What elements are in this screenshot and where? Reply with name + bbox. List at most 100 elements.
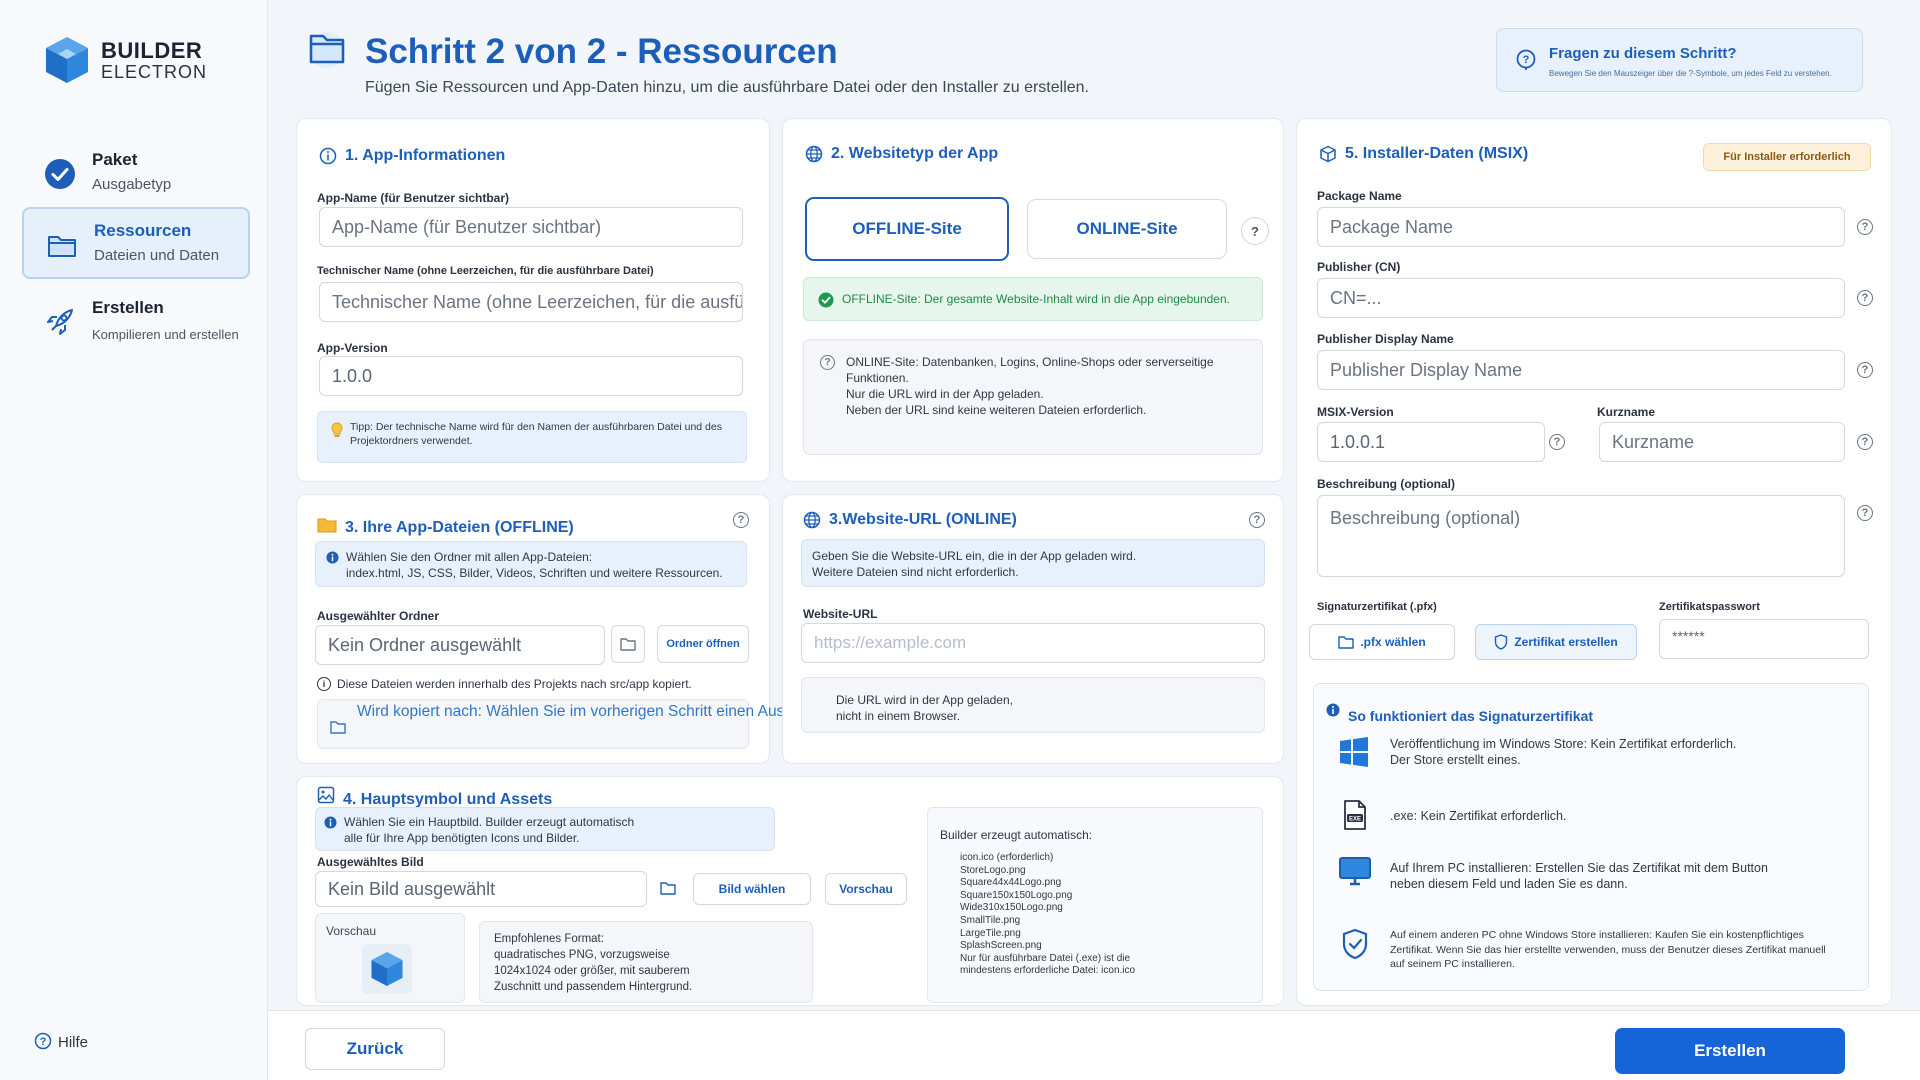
list-item: icon.ico (erforderlich) [960, 852, 1054, 863]
online-note-line: Nur die URL wird in der App geladen. [846, 387, 1044, 401]
info-line: Wählen Sie ein Hauptbild. Builder erzeug… [344, 815, 635, 829]
list-item: LargeTile.png [960, 927, 1021, 939]
step-help-box[interactable]: ? Fragen zu diesem Schritt? Bewegen Sie … [1496, 28, 1863, 92]
folder-input[interactable]: Kein Ordner ausgewählt [315, 625, 605, 665]
sidebar-step-ressourcen[interactable]: Ressourcen Dateien und Daten [22, 207, 250, 279]
help-icon[interactable]: ? [1857, 290, 1873, 306]
format-line: Zuschnitt und passendem Hintergrund. [494, 981, 693, 993]
app-name-label: App-Name (für Benutzer sichtbar) [317, 191, 510, 205]
info-line: alle für Ihre App benötigten Icons und B… [344, 831, 580, 845]
step-title: Paket [92, 150, 138, 169]
sidebar-step-erstellen[interactable]: Erstellen Kompilieren und erstellen [22, 286, 250, 358]
list-item: Square150x150Logo.png [960, 889, 1073, 901]
format-line: Empfohlenes Format: [494, 933, 604, 945]
app-cube-icon [371, 952, 403, 986]
help-link[interactable]: ? Hilfe [34, 1030, 88, 1051]
monitor-icon [1339, 857, 1371, 886]
website-url-info: Geben Sie die Website-URL ein, die in de… [801, 539, 1265, 587]
choose-pfx-button[interactable]: .pfx wählen [1309, 624, 1455, 660]
url-note: Die URL wird in der App geladen, nicht i… [801, 677, 1265, 733]
online-site-option[interactable]: ONLINE-Site [1027, 199, 1227, 259]
help-icon[interactable]: ? [1549, 434, 1565, 450]
browse-image-button[interactable] [651, 871, 685, 905]
logo-text-electron: ELECTRON [101, 62, 208, 82]
info-line: Wählen Sie den Ordner mit allen App-Date… [346, 550, 593, 564]
tech-name-input[interactable]: Technischer Name (ohne Leerzeichen, für … [319, 282, 743, 322]
list-item: SplashScreen.png [960, 940, 1042, 952]
list-item: Wide310x150Logo.png [960, 902, 1063, 914]
cert-info-line: Veröffentlichung im Windows Store: Kein … [1390, 737, 1737, 751]
app-name-input[interactable]: App-Name (für Benutzer sichtbar) [319, 207, 743, 247]
offline-note: OFFLINE-Site: Der gesamte Website-Inhalt… [803, 277, 1263, 321]
windows-icon [1340, 737, 1368, 767]
info-line: index.html, JS, CSS, Bilder, Videos, Sch… [346, 566, 723, 580]
app-version-label: App-Version [317, 341, 388, 355]
logo-text-builder: BUILDER [101, 38, 203, 63]
question-icon: ? [1516, 49, 1536, 70]
cert-info-line: neben diesem Feld und laden Sie es dann. [1390, 877, 1628, 891]
auto-list: icon.ico (erforderlich) StoreLogo.png Sq… [960, 852, 1135, 978]
info-icon [324, 816, 337, 829]
url-note-line: nicht in einem Browser. [836, 709, 961, 723]
check-circle-icon [818, 292, 834, 308]
preview-thumbnail [362, 944, 412, 994]
browse-folder-button[interactable] [611, 625, 645, 663]
list-item: StoreLogo.png [960, 864, 1026, 876]
help-icon[interactable]: ? [733, 512, 749, 528]
app-version-input[interactable]: 1.0.0 [319, 356, 743, 396]
help-icon[interactable]: ? [1857, 434, 1873, 450]
help-icon: ? [34, 1032, 52, 1049]
sidebar-step-paket[interactable]: Paket Ausgabetyp [22, 138, 250, 210]
create-cert-button[interactable]: Zertifikat erstellen [1475, 624, 1637, 660]
image-icon [317, 786, 335, 804]
card-title: 5. Installer-Daten (MSIX) [1345, 145, 1529, 162]
step-subtitle: Ausgabetyp [92, 176, 172, 193]
create-button[interactable]: Erstellen [1615, 1028, 1845, 1074]
cert-info-title: So funktioniert das Signaturzertifikat [1348, 708, 1594, 724]
image-label: Ausgewähltes Bild [317, 855, 424, 869]
list-item: mindestens erforderliche Datei: icon.ico [960, 965, 1136, 977]
help-icon[interactable]: ? [1857, 505, 1873, 521]
msix-version-input[interactable]: 1.0.0.1 [1317, 422, 1545, 462]
lightbulb-icon [331, 422, 343, 437]
website-url-card: 3.Website-URL (ONLINE) ? Geben Sie die W… [782, 494, 1284, 764]
short-name-input[interactable]: Kurzname [1599, 422, 1845, 462]
shield-check-icon [1342, 928, 1368, 960]
site-type-card: 2. Websitetyp der App OFFLINE-Site ONLIN… [782, 118, 1284, 482]
help-title: Fragen zu diesem Schritt? [1549, 45, 1737, 62]
step-subtitle: Dateien und Daten [94, 247, 220, 264]
url-note-line: Die URL wird in der App geladen, [836, 693, 1013, 707]
required-badge: Für Installer erforderlich [1703, 143, 1871, 171]
package-icon [1320, 145, 1336, 163]
help-icon[interactable]: ? [1857, 362, 1873, 378]
info-icon [319, 147, 337, 165]
cert-info-text: Auf Ihrem PC installieren: Erstellen Sie… [1390, 860, 1850, 892]
help-icon[interactable]: ? [1857, 219, 1873, 235]
cert-password-input[interactable]: ****** [1659, 619, 1869, 659]
site-type-help-button[interactable]: ? [1241, 217, 1269, 245]
cert-label: Signaturzertifikat (.pfx) [1317, 601, 1437, 613]
folder-icon [317, 518, 337, 533]
image-input[interactable]: Kein Bild ausgewählt [315, 871, 647, 907]
publisher-input[interactable]: CN=... [1317, 278, 1845, 318]
cert-info-box: So funktioniert das Signaturzertifikat V… [1313, 683, 1869, 991]
online-note: ? ONLINE-Site: Datenbanken, Logins, Onli… [803, 339, 1263, 455]
url-input[interactable]: https://example.com [801, 623, 1265, 663]
description-textarea[interactable]: Beschreibung (optional) [1317, 495, 1845, 577]
back-button[interactable]: Zurück [305, 1028, 445, 1070]
choose-image-button[interactable]: Bild wählen [693, 873, 811, 905]
package-name-input[interactable]: Package Name [1317, 207, 1845, 247]
app-info-card: 1. App-Informationen App-Name (für Benut… [296, 118, 770, 482]
folder-label: Ausgewählter Ordner [317, 609, 440, 623]
help-icon[interactable]: ? [1249, 512, 1265, 528]
builder-logo-icon [46, 37, 88, 83]
info-icon [326, 551, 339, 564]
open-folder-button[interactable]: Ordner öffnen [657, 625, 749, 663]
format-line: 1024x1024 oder größer, mit sauberem [494, 965, 690, 977]
tech-name-label: Technischer Name (ohne Leerzeichen, für … [317, 265, 654, 277]
offline-site-option[interactable]: OFFLINE-Site [805, 197, 1009, 261]
preview-button[interactable]: Vorschau [825, 873, 907, 905]
help-label: Hilfe [58, 1034, 89, 1051]
publisher-display-input[interactable]: Publisher Display Name [1317, 350, 1845, 390]
folder-icon [620, 638, 636, 651]
